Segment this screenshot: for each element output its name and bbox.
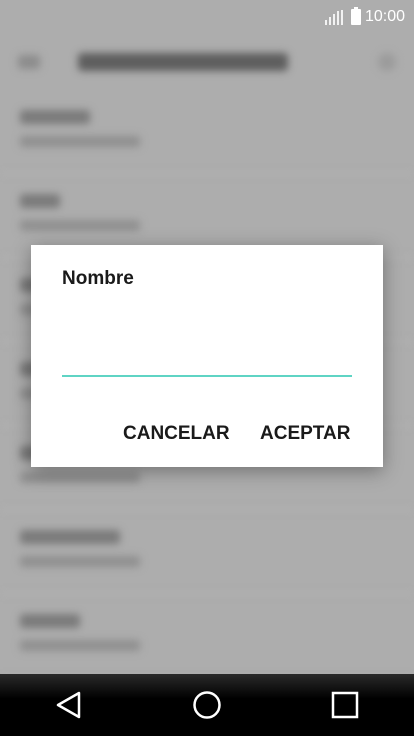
background-list-item — [0, 594, 414, 678]
home-icon[interactable] — [187, 685, 227, 725]
background-search-icon — [378, 53, 396, 71]
background-list-item — [0, 510, 414, 594]
background-title — [78, 53, 288, 71]
background-back-icon — [18, 55, 40, 69]
background-list-item — [0, 90, 414, 174]
dialog-title: Nombre — [62, 268, 134, 289]
navigation-bar — [0, 674, 414, 736]
back-icon[interactable] — [49, 685, 89, 725]
accept-button[interactable]: ACEPTAR — [260, 423, 350, 445]
signal-icon — [324, 9, 343, 25]
status-time: 10:00 — [364, 8, 405, 25]
background-toolbar — [0, 34, 414, 90]
cancel-button[interactable]: CANCELAR — [123, 423, 230, 445]
recents-icon[interactable] — [325, 685, 365, 725]
status-bar: 10:00 — [0, 0, 414, 34]
name-input[interactable] — [62, 345, 352, 377]
name-dialog: Nombre CANCELAR ACEPTAR — [31, 245, 383, 467]
battery-icon — [350, 7, 361, 25]
